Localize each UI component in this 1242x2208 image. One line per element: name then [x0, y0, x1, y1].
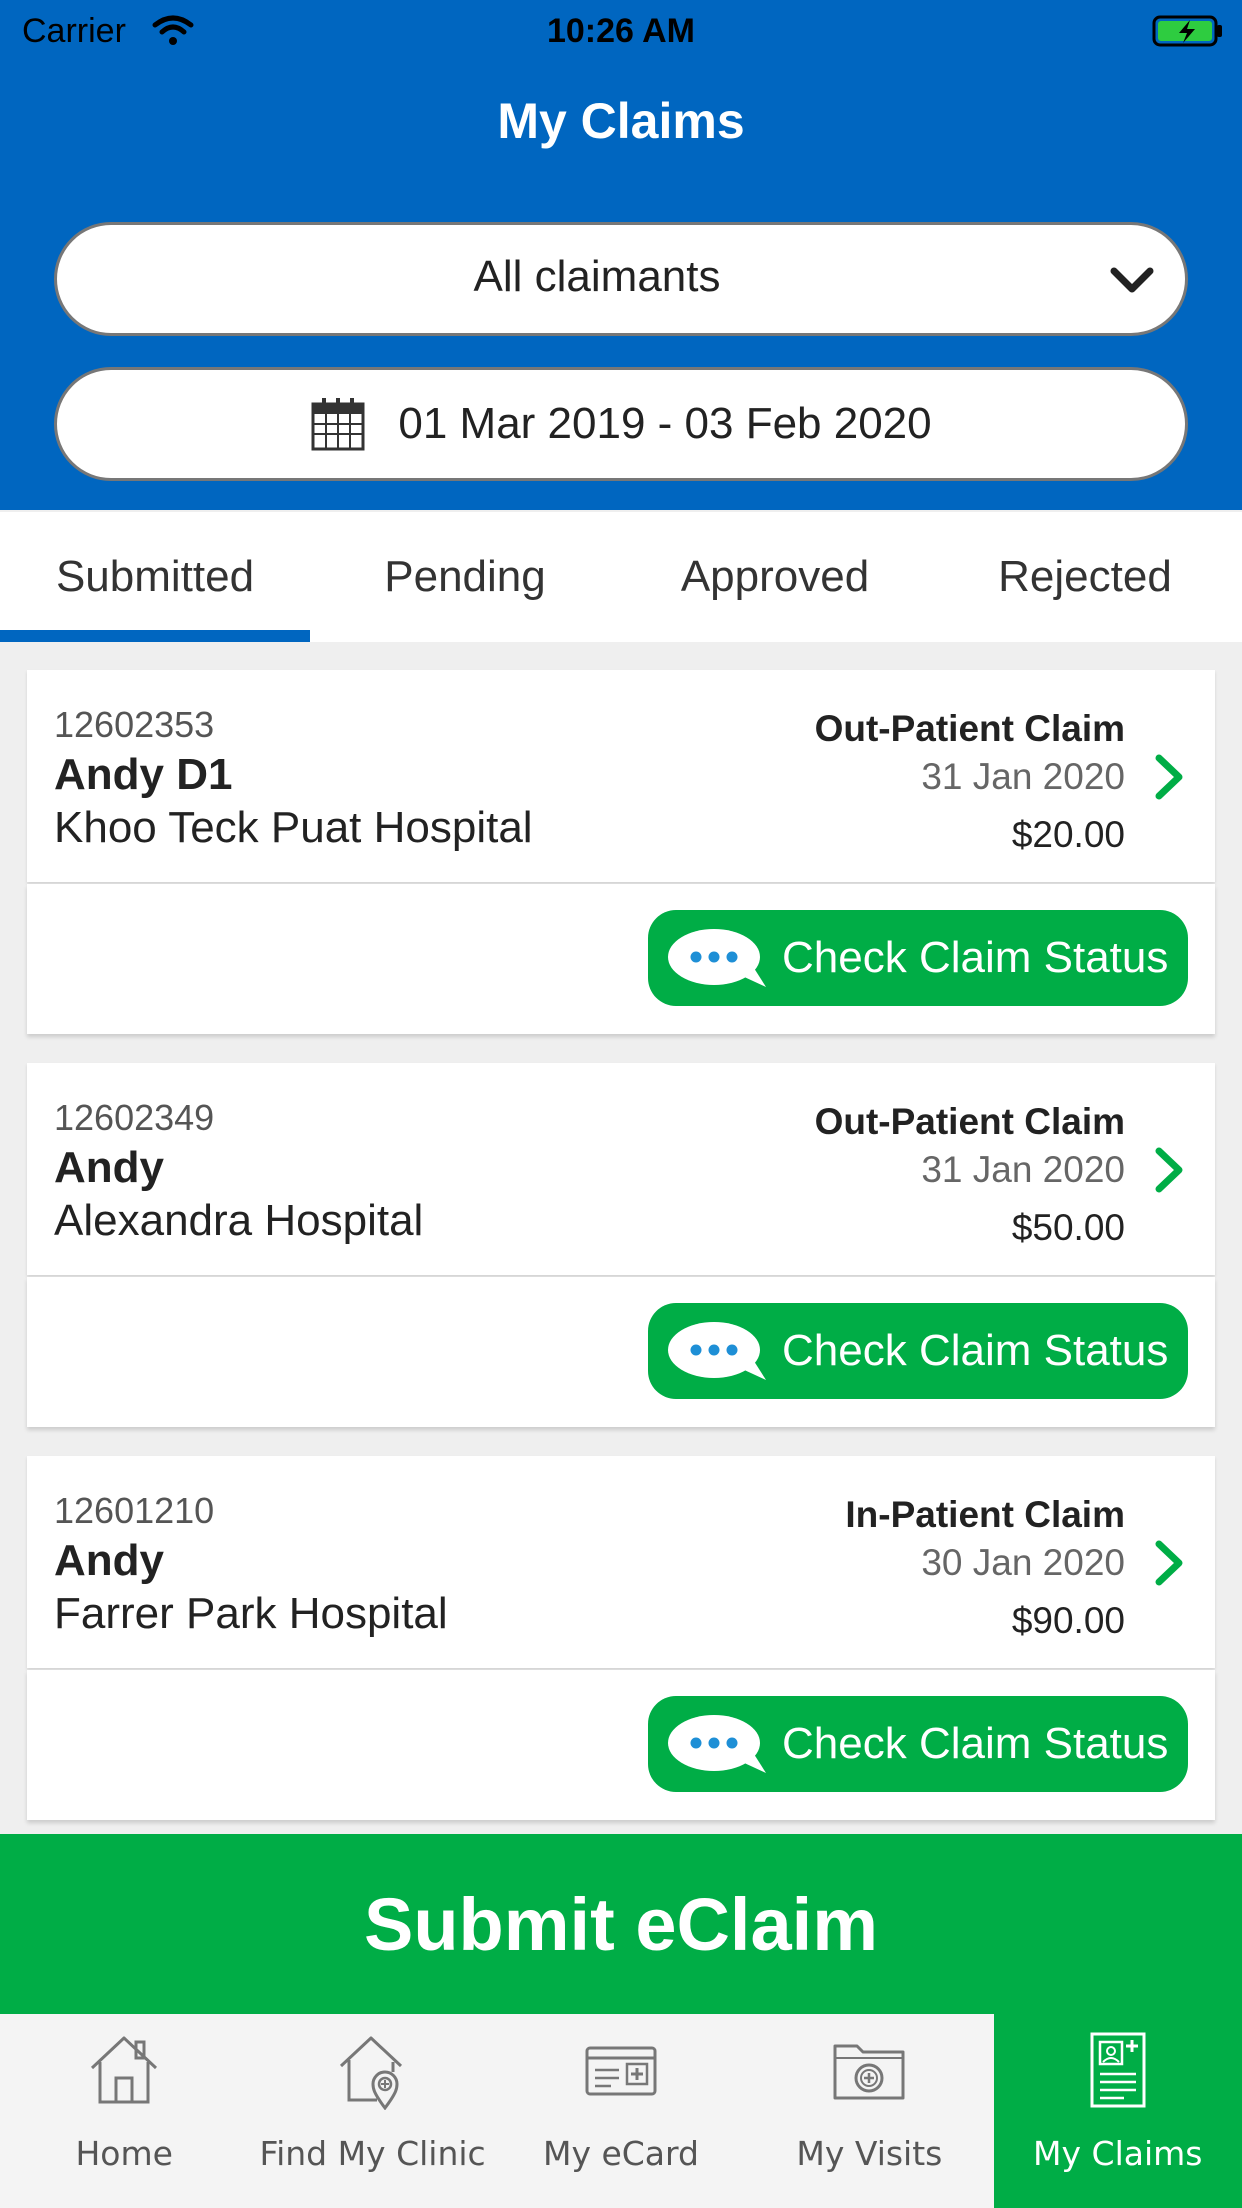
submit-eclaim-button[interactable]: Submit eClaim — [0, 1834, 1242, 2014]
nav-label: My Claims — [1033, 2134, 1203, 2173]
check-claim-status-label: Check Claim Status — [782, 1326, 1169, 1375]
claimant-name: Andy — [54, 1143, 164, 1192]
claim-status-tabs: Submitted Pending Approved Rejected — [0, 512, 1242, 642]
check-claim-status-label: Check Claim Status — [782, 933, 1169, 982]
battery-icon — [1152, 15, 1222, 47]
check-claim-status-button[interactable]: Check Claim Status — [648, 1303, 1188, 1399]
date-range-picker[interactable]: 01 Mar 2019 - 03 Feb 2020 — [54, 367, 1188, 481]
chat-bubble-icon — [668, 1322, 766, 1380]
visits-folder-icon — [833, 2044, 905, 2100]
claim-card-actions: Check Claim Status — [27, 884, 1215, 1034]
chevron-down-icon — [1110, 267, 1154, 293]
header: Carrier 10:26 AM My Claims All claimants — [0, 0, 1242, 510]
check-claim-status-button[interactable]: Check Claim Status — [648, 1696, 1188, 1792]
claim-id: 12601210 — [54, 1490, 215, 1531]
status-bar: Carrier 10:26 AM — [0, 0, 1242, 62]
claim-id: 12602353 — [54, 704, 215, 745]
claimant-name: Andy — [54, 1536, 164, 1585]
nav-label: My Visits — [796, 2134, 943, 2173]
chevron-right-icon[interactable] — [1151, 1145, 1187, 1195]
claim-date: 31 Jan 2020 — [921, 1149, 1125, 1190]
ecard-icon — [585, 2046, 657, 2096]
nav-label: Find My Clinic — [259, 2134, 486, 2173]
claim-card-actions: Check Claim Status — [27, 1277, 1215, 1427]
claim-card-summary[interactable]: 12601210 Andy Farrer Park Hospital In-Pa… — [27, 1456, 1215, 1668]
chevron-right-icon[interactable] — [1151, 1538, 1187, 1588]
tab-rejected[interactable]: Rejected — [930, 512, 1240, 642]
nav-item-my-ecard[interactable]: My eCard — [497, 2014, 745, 2208]
nav-item-my-claims[interactable]: My Claims — [993, 2014, 1242, 2208]
claim-type: In-Patient Claim — [845, 1494, 1125, 1535]
claim-type: Out-Patient Claim — [814, 1101, 1125, 1142]
claims-document-icon — [1090, 2032, 1146, 2108]
page-title: My Claims — [497, 93, 745, 149]
claim-card: 12602349 Andy Alexandra Hospital Out-Pat… — [27, 1063, 1215, 1427]
claimant-name: Andy D1 — [54, 750, 233, 799]
bottom-nav: Home Find My Clinic My eCard My Visits M… — [0, 2014, 1242, 2208]
claim-date: 30 Jan 2020 — [921, 1542, 1125, 1583]
claimant-dropdown-value: All claimants — [473, 252, 721, 301]
hospital-name: Farrer Park Hospital — [54, 1589, 448, 1638]
claimant-dropdown[interactable]: All claimants — [54, 222, 1188, 336]
nav-item-home[interactable]: Home — [0, 2014, 248, 2208]
claim-card-actions: Check Claim Status — [27, 1670, 1215, 1820]
check-claim-status-button[interactable]: Check Claim Status — [648, 910, 1188, 1006]
claim-card-summary[interactable]: 12602353 Andy D1 Khoo Teck Puat Hospital… — [27, 670, 1215, 882]
claim-card: 12602353 Andy D1 Khoo Teck Puat Hospital… — [27, 670, 1215, 1034]
tab-submitted[interactable]: Submitted — [0, 512, 310, 642]
check-claim-status-label: Check Claim Status — [782, 1719, 1169, 1768]
claim-type: Out-Patient Claim — [814, 708, 1125, 749]
chat-bubble-icon — [668, 1715, 766, 1773]
nav-item-find-my-clinic[interactable]: Find My Clinic — [248, 2014, 496, 2208]
claim-amount: $20.00 — [1011, 814, 1125, 855]
hospital-name: Khoo Teck Puat Hospital — [54, 803, 533, 852]
calendar-icon — [311, 398, 365, 451]
claim-id: 12602349 — [54, 1097, 215, 1138]
hospital-name: Alexandra Hospital — [54, 1196, 424, 1245]
claim-card: 12601210 Andy Farrer Park Hospital In-Pa… — [27, 1456, 1215, 1820]
chat-bubble-icon — [668, 929, 766, 987]
nav-label: My eCard — [542, 2134, 699, 2173]
date-range-value: 01 Mar 2019 - 03 Feb 2020 — [398, 399, 932, 448]
claim-amount: $90.00 — [1011, 1600, 1125, 1641]
tab-pending[interactable]: Pending — [310, 512, 620, 642]
claim-amount: $50.00 — [1011, 1207, 1125, 1248]
tab-approved[interactable]: Approved — [620, 512, 930, 642]
submit-eclaim-label: Submit eClaim — [364, 1882, 878, 1966]
clock: 10:26 AM — [546, 12, 696, 50]
claim-card-summary[interactable]: 12602349 Andy Alexandra Hospital Out-Pat… — [27, 1063, 1215, 1275]
clinic-location-icon — [339, 2036, 402, 2110]
chevron-right-icon[interactable] — [1151, 752, 1187, 802]
nav-item-my-visits[interactable]: My Visits — [745, 2014, 993, 2208]
claim-date: 31 Jan 2020 — [921, 756, 1125, 797]
home-icon — [91, 2036, 158, 2104]
nav-label: Home — [75, 2134, 173, 2173]
